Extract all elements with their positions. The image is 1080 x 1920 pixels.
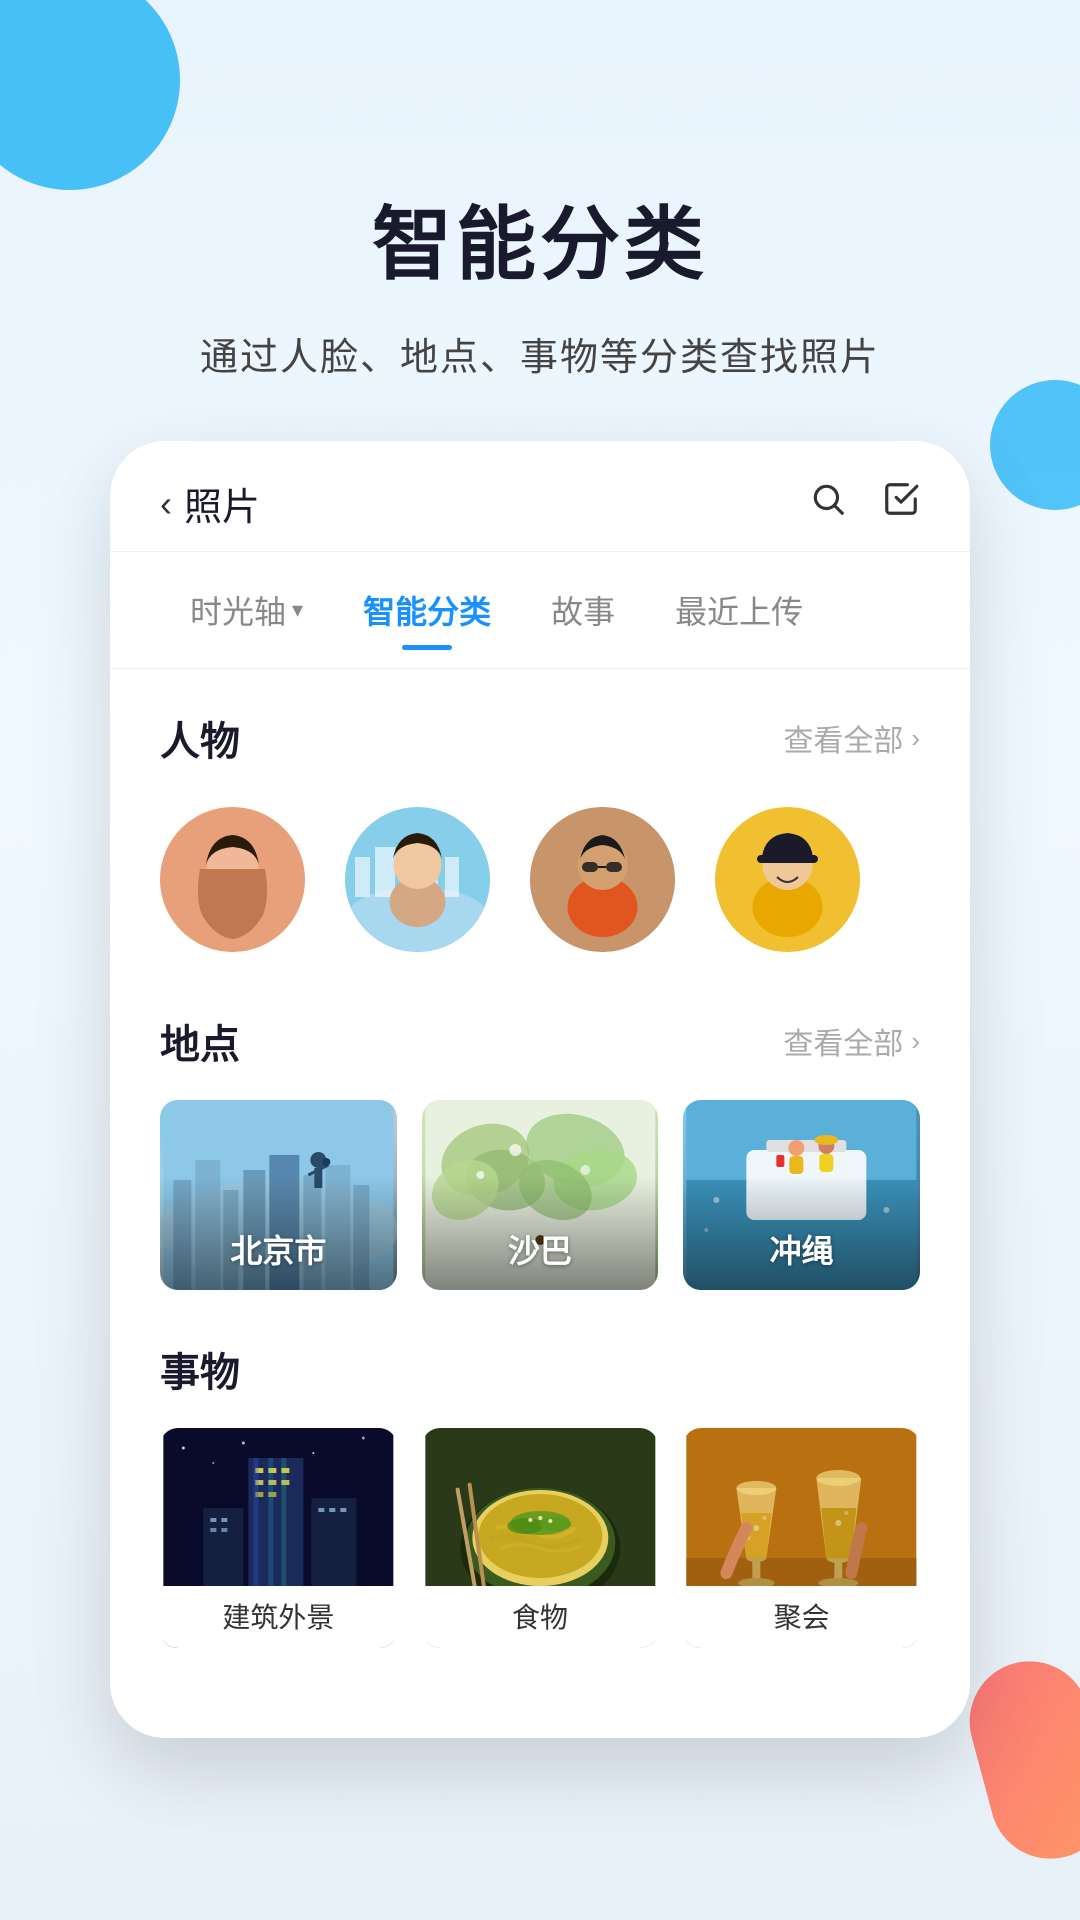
people-row [160, 797, 920, 962]
thing-label-food: 食物 [422, 1586, 659, 1648]
place-card-sabah[interactable]: 沙巴 [422, 1100, 659, 1290]
topbar-icons [809, 480, 920, 528]
things-row: 建筑外景 [160, 1428, 920, 1648]
place-card-beijing[interactable]: 北京市 [160, 1100, 397, 1290]
places-section: 地点 查看全部 › [160, 1012, 920, 1290]
content-area: 人物 查看全部 › [110, 669, 970, 1738]
place-row: 北京市 [160, 1100, 920, 1290]
people-section-header: 人物 查看全部 › [160, 709, 920, 767]
places-section-title: 地点 [160, 1012, 240, 1070]
tab-recent-upload[interactable]: 最近上传 [645, 572, 833, 648]
tab-timeline-label: 时光轴 ▾ [190, 587, 303, 633]
search-icon[interactable] [809, 480, 847, 528]
page-title: 照片 [184, 476, 260, 531]
phone-mockup: ‹ 照片 时光轴 ▾ [110, 441, 970, 1738]
person-avatar-2[interactable] [345, 807, 490, 952]
header-section: 智能分类 通过人脸、地点、事物等分类查找照片 [0, 0, 1080, 441]
place-label-okinawa: 冲绳 [683, 1226, 920, 1272]
things-section-title: 事物 [160, 1340, 240, 1398]
back-arrow-icon: ‹ [160, 483, 172, 525]
thing-card-food[interactable]: 食物 [422, 1428, 659, 1648]
place-card-okinawa[interactable]: 冲绳 [683, 1100, 920, 1290]
thing-card-architecture[interactable]: 建筑外景 [160, 1428, 397, 1648]
tab-stories[interactable]: 故事 [521, 572, 645, 648]
person-avatar-1[interactable] [160, 807, 305, 952]
tab-bar: 时光轴 ▾ 智能分类 故事 最近上传 [110, 552, 970, 669]
places-section-header: 地点 查看全部 › [160, 1012, 920, 1070]
things-section-header: 事物 [160, 1340, 920, 1398]
check-square-icon[interactable] [882, 480, 920, 528]
tab-smart-classify[interactable]: 智能分类 [333, 572, 521, 648]
decoration-blob-bottom-right [956, 1648, 1080, 1872]
place-label-sabah: 沙巴 [422, 1226, 659, 1272]
thing-card-party[interactable]: 聚会 [683, 1428, 920, 1648]
person-avatar-4[interactable] [715, 807, 860, 952]
back-button[interactable]: ‹ 照片 [160, 476, 260, 531]
sub-title: 通过人脸、地点、事物等分类查找照片 [0, 326, 1080, 381]
people-section-title: 人物 [160, 709, 240, 767]
person-avatar-3[interactable] [530, 807, 675, 952]
view-all-arrow-icon: › [911, 723, 920, 754]
things-section: 事物 [160, 1340, 920, 1648]
places-view-all[interactable]: 查看全部 › [783, 1019, 920, 1063]
place-label-beijing: 北京市 [160, 1226, 397, 1272]
thing-label-party: 聚会 [683, 1586, 920, 1648]
tab-timeline[interactable]: 时光轴 ▾ [160, 572, 333, 648]
people-section: 人物 查看全部 › [160, 709, 920, 962]
phone-topbar: ‹ 照片 [110, 441, 970, 552]
dropdown-arrow-icon: ▾ [292, 597, 303, 623]
main-title: 智能分类 [0, 180, 1080, 296]
people-view-all[interactable]: 查看全部 › [783, 716, 920, 760]
thing-label-architecture: 建筑外景 [160, 1586, 397, 1648]
view-all-arrow-icon: › [911, 1026, 920, 1057]
